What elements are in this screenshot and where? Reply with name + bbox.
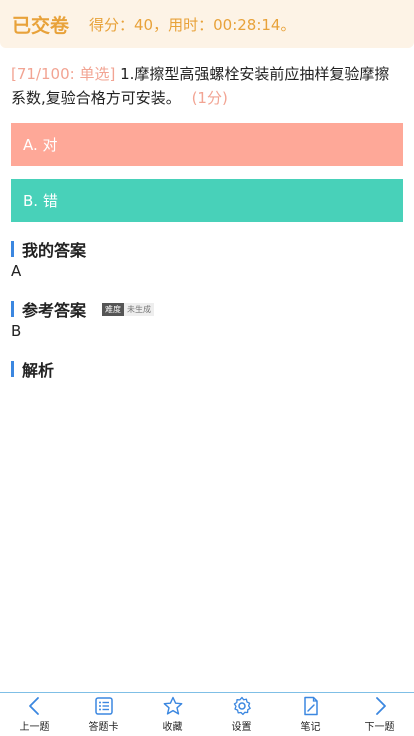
notes-label: 笔记 [300,722,321,733]
reference-answer-heading: 参考答案 难度 未生成 [11,297,155,321]
option-a-label: A. 对 [23,136,58,154]
option-b-label: B. 错 [23,192,58,210]
result-header: 已交卷 得分：40，用时：00:28:14。 [0,0,414,48]
section-bar [11,361,14,377]
reference-answer-value: B [11,322,22,340]
section-bar [11,301,14,317]
answer-card-button[interactable]: 答题卡 [69,696,138,733]
reference-answer-title: 参考答案 [22,301,87,320]
gear-icon [233,696,251,716]
my-answer-heading: 我的答案 [11,237,86,261]
settings-label: 设置 [231,722,252,733]
prev-question-label: 上一题 [19,722,50,733]
next-question-label: 下一题 [364,722,395,733]
chevron-left-icon [28,697,39,715]
analysis-heading: 解析 [11,357,54,381]
my-answer-value: A [11,262,22,280]
difficulty-badge: 难度 未生成 [102,302,155,316]
favorite-button[interactable]: 收藏 [138,696,207,733]
prev-question-button[interactable]: 上一题 [0,696,69,733]
option-a[interactable]: A. 对 [11,123,403,166]
settings-button[interactable]: 设置 [207,696,276,733]
question-block: [71/100: 单选] 1.摩擦型高强螺栓安装前应抽样复验摩擦系数,复验合格方… [11,62,404,110]
note-icon [303,696,318,716]
exam-status: 已交卷 [12,14,70,37]
difficulty-badge-value: 未生成 [124,302,155,316]
section-bar [11,241,14,257]
list-icon [94,697,113,715]
notes-button[interactable]: 笔记 [276,696,345,733]
chevron-right-icon [375,697,386,715]
question-tag: [71/100: 单选] [11,65,116,83]
favorite-label: 收藏 [162,722,183,733]
score-summary: 得分：40，用时：00:28:14。 [89,15,296,34]
option-b[interactable]: B. 错 [11,179,403,222]
next-question-button[interactable]: 下一题 [345,696,414,733]
answer-card-label: 答题卡 [88,722,119,733]
difficulty-badge-label: 难度 [102,302,125,316]
bottom-nav: 上一题 答题卡 收藏 设置 笔记 下一题 [0,692,414,736]
question-score: (1分) [191,89,228,107]
my-answer-title: 我的答案 [22,241,87,260]
star-icon [163,696,182,715]
analysis-title: 解析 [22,361,55,380]
